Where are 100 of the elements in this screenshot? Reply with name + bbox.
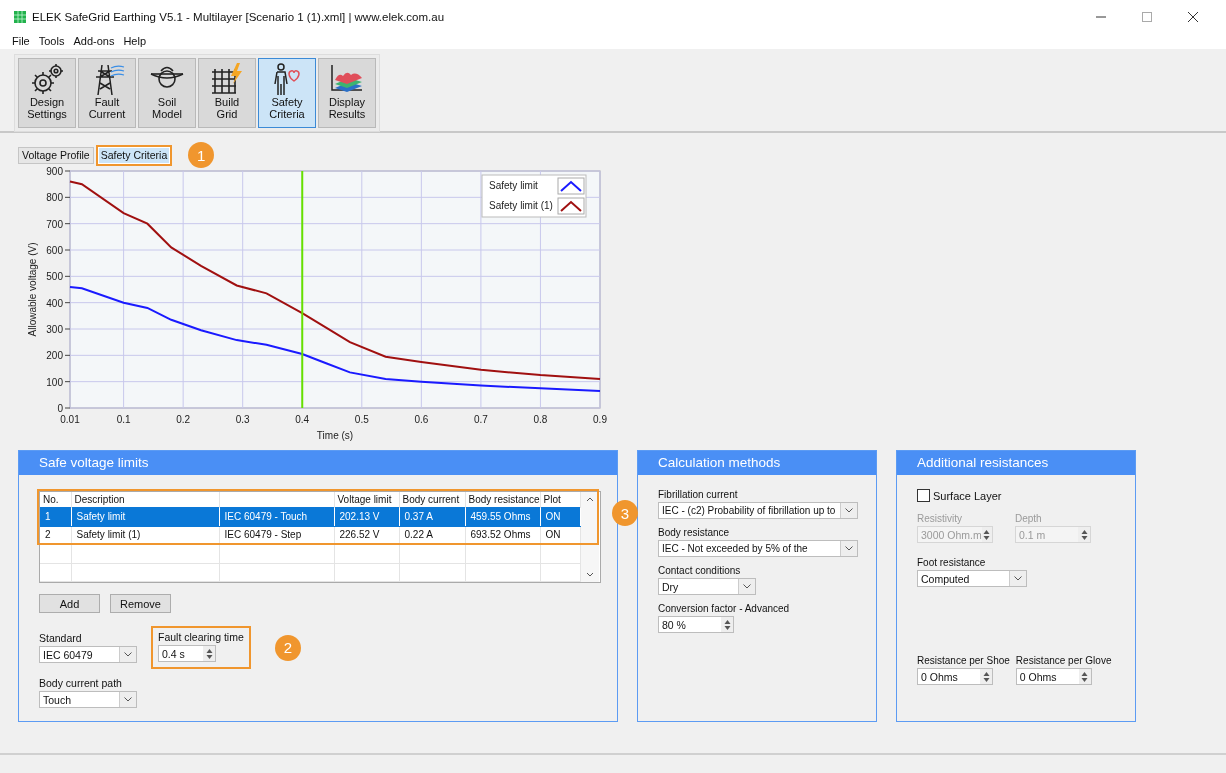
field-label: Fault clearing time — [158, 631, 244, 643]
toolbar-button[interactable]: Soil Model — [138, 58, 196, 128]
field-label: Fibrillation current — [658, 489, 739, 500]
grid-bolt-icon — [209, 62, 245, 96]
callout-number: 1 — [188, 142, 215, 168]
spinner-field[interactable]: 0 Ohms — [1015, 668, 1092, 685]
scroll-down-icon[interactable] — [585, 572, 594, 577]
y-tick-label: 600 — [46, 245, 63, 256]
checkbox[interactable] — [917, 489, 930, 502]
chevron-down-icon — [124, 652, 132, 657]
y-tick-label: 200 — [46, 350, 63, 362]
field-label: Contact conditions — [658, 565, 742, 576]
field-label: Resistance per Glove — [1015, 655, 1112, 666]
column-header: Body current — [402, 494, 460, 505]
x-axis-title: Time (s) — [316, 430, 354, 441]
window-title: ELEK SafeGrid Earthing V5.1 - Multilayer [Scenario 1 (1).xml] | www.elek.com.au — [32, 10, 445, 23]
panel-header: Calculation methods — [638, 451, 876, 475]
spin-arrows-icon — [983, 528, 991, 541]
chevron-down-icon — [845, 546, 853, 551]
spin-arrows-icon — [982, 670, 990, 683]
menu-item[interactable]: Help — [123, 35, 147, 47]
chevron-down-icon — [1014, 576, 1022, 581]
chevron-down-icon — [124, 697, 132, 702]
spin-arrows-icon — [723, 618, 731, 631]
dropdown[interactable]: IEC - (c2) Probability of fibrillation up to — [658, 502, 858, 519]
spin-arrows-icon — [205, 647, 213, 660]
table-cell: 202.13 V — [339, 510, 380, 522]
dropdown[interactable]: Computed — [917, 570, 1027, 587]
spinner-field[interactable]: 80 % — [658, 616, 734, 633]
menu-item[interactable]: File — [12, 35, 30, 47]
field-label: Body current path — [39, 677, 123, 689]
table-cell: ON — [545, 529, 561, 541]
spinner-field[interactable]: 0.4 s — [158, 645, 216, 662]
tab[interactable]: Safety Criteria — [95, 144, 173, 166]
x-tick-label: 0.6 — [414, 414, 429, 425]
table-row[interactable]: 2 Safety limit (1) IEC 60479 - Step 226.52 V 0.22 A 693.52 Ohms ON — [40, 526, 580, 545]
x-tick-label: 0.7 — [473, 414, 488, 425]
y-tick-label: 500 — [46, 271, 63, 283]
table-cell: 693.52 Ohms — [470, 529, 531, 541]
x-tick-label: 0.4 — [295, 414, 310, 425]
x-tick-label: 0.3 — [235, 414, 250, 425]
table-row[interactable]: 1 Safety limit IEC 60479 - Touch 202.13 V 0.37 A 459.55 Ohms ON — [40, 507, 580, 526]
toolbar-button[interactable]: Design Settings — [18, 58, 76, 128]
legend-swatch-icon — [557, 177, 585, 195]
action-button[interactable]: Remove — [110, 594, 171, 613]
spin-arrows-icon — [1081, 670, 1089, 683]
y-axis-title: Allowable voltage (V) — [27, 242, 38, 337]
legend-label: Safety limit — [489, 180, 538, 191]
tab[interactable]: Voltage Profile — [18, 146, 94, 164]
column-header: Plot — [543, 494, 561, 505]
field-label: Conversion factor - Advanced — [658, 603, 790, 614]
table-cell: 0.37 A — [404, 510, 433, 522]
table-cell: IEC 60479 - Touch — [224, 510, 308, 522]
menu-item[interactable]: Add-ons — [73, 35, 115, 47]
chevron-down-icon — [743, 584, 751, 589]
dropdown[interactable]: Dry — [658, 578, 756, 595]
legend-swatch-icon — [557, 197, 585, 215]
x-tick-label: 0.01 — [60, 414, 80, 425]
table-cell: 1 — [45, 510, 51, 522]
y-tick-label: 100 — [46, 376, 63, 388]
table-cell: 2 — [45, 529, 51, 541]
field-label: Resistance per Shoe — [917, 655, 1010, 666]
callout-number: 3 — [612, 500, 638, 526]
menu-item[interactable]: Tools — [38, 35, 65, 47]
y-tick-label: 900 — [46, 166, 63, 177]
table-cell: Safety limit (1) — [76, 529, 141, 541]
column-header: Description — [74, 494, 125, 505]
action-button[interactable]: Add — [39, 594, 100, 613]
x-tick-label: 0.1 — [116, 414, 131, 425]
table-cell: 459.55 Ohms — [470, 510, 531, 522]
table-cell: ON — [545, 510, 561, 522]
x-tick-label: 0.8 — [533, 414, 548, 425]
spin-arrows-icon — [1080, 528, 1088, 541]
y-tick-label: 800 — [46, 192, 63, 204]
table-cell: 226.52 V — [339, 529, 380, 541]
field-label: Body resistance — [658, 527, 731, 538]
callout-number: 2 — [274, 634, 301, 661]
x-tick-label: 0.5 — [354, 414, 369, 425]
table-cell: 0.22 A — [404, 529, 433, 541]
x-tick-label: 0.9 — [593, 414, 607, 425]
toolbar-button[interactable]: Safety Criteria — [258, 58, 316, 128]
panel-header: Additional resistances — [897, 451, 1135, 475]
dropdown[interactable]: IEC 60479 — [39, 646, 137, 663]
panel-header: Safe voltage limits — [19, 451, 617, 475]
chevron-down-icon — [845, 508, 853, 513]
scroll-up-icon[interactable] — [585, 497, 594, 502]
app-logo-icon — [14, 10, 26, 23]
close-icon[interactable] — [1188, 11, 1198, 22]
dropdown[interactable]: IEC - Not exceeded by 5% of the — [658, 540, 858, 557]
toolbar-button[interactable]: Build Grid — [198, 58, 256, 128]
field-label: Resistivity — [917, 513, 963, 524]
toolbar-button[interactable]: Fault Current — [78, 58, 136, 128]
column-header: Body resistance — [468, 494, 540, 505]
field-label: Standard — [39, 632, 83, 644]
spinner-field[interactable]: 0 Ohms — [917, 668, 993, 685]
toolbar-button[interactable]: Display Results — [318, 58, 376, 128]
column-header: No. — [43, 494, 59, 505]
table-cell: Safety limit — [76, 510, 126, 522]
gears-icon — [29, 62, 65, 96]
dropdown[interactable]: Touch — [39, 691, 137, 708]
